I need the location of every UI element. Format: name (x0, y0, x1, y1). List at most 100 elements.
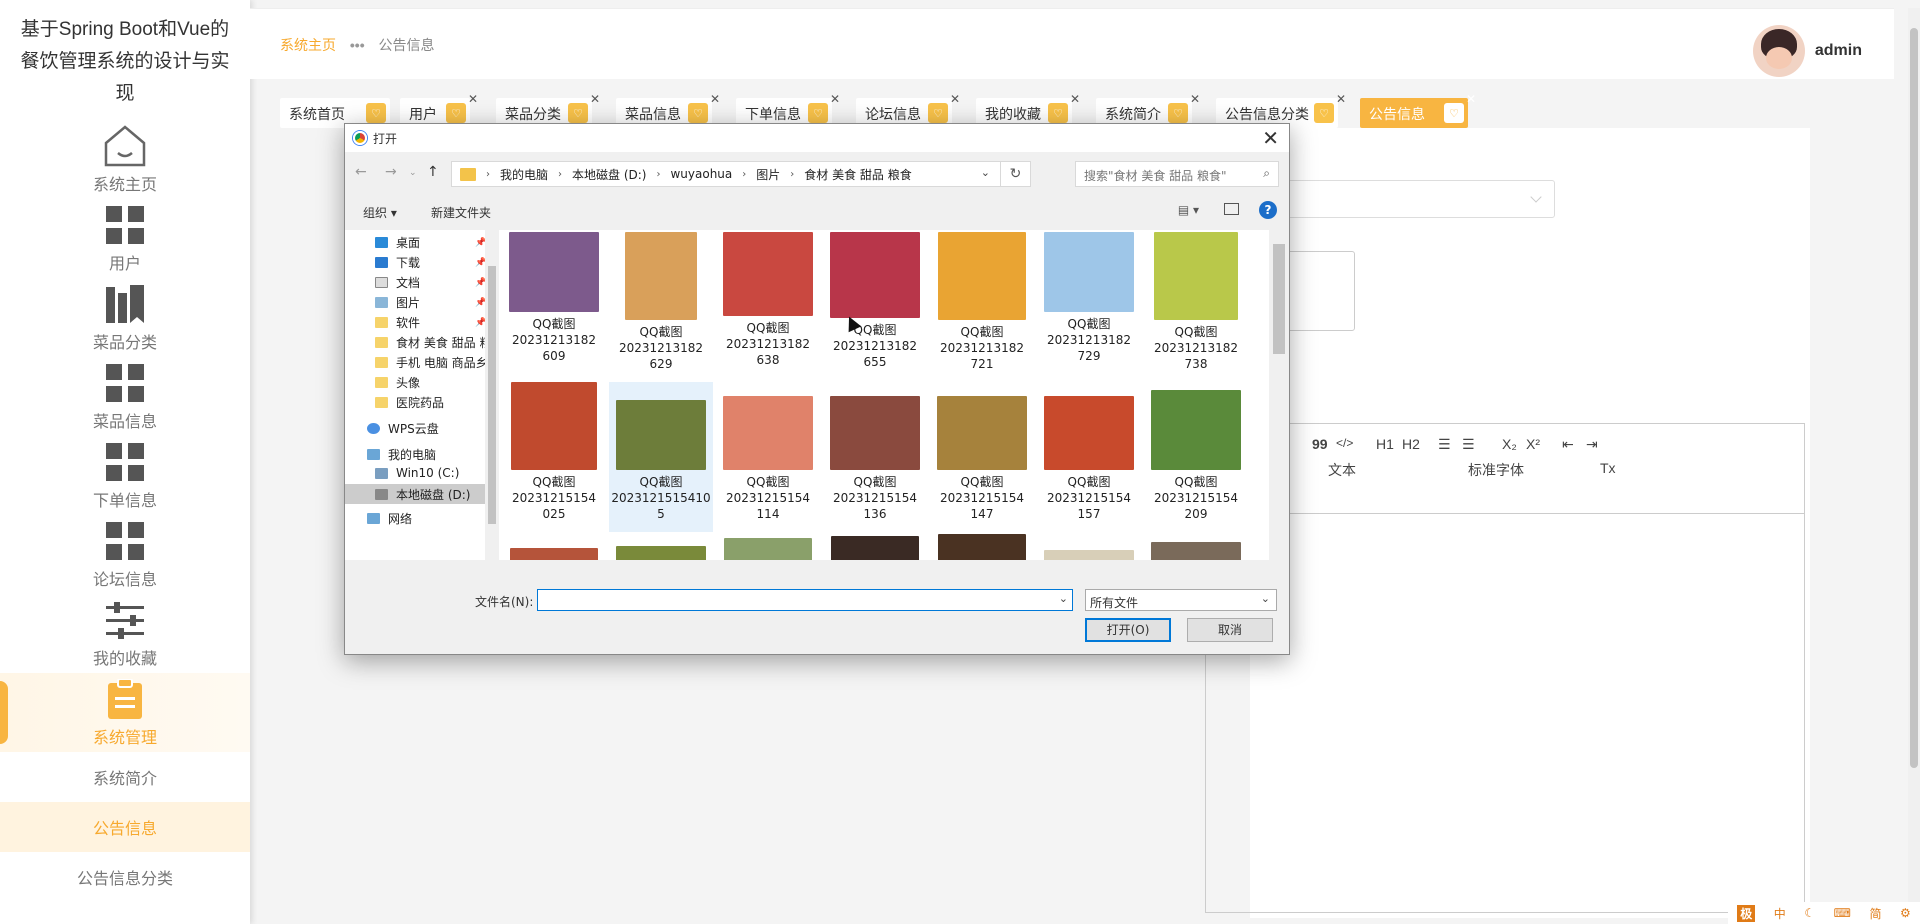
tree-item[interactable]: 软件 📌 (375, 314, 485, 331)
outdent-icon[interactable]: ⇤ (1562, 436, 1574, 453)
moon-icon[interactable]: ☾ (1804, 906, 1815, 920)
sidebar-item-system[interactable]: 系统管理 (0, 673, 250, 752)
category-select[interactable] (1250, 180, 1555, 218)
tree-item[interactable]: 本地磁盘 (D:) (345, 484, 485, 504)
help-icon[interactable]: ? (1259, 201, 1277, 219)
sidebar-item-user[interactable]: 用户 (0, 199, 250, 278)
path-segment[interactable]: 本地磁盘 (D:) (572, 166, 646, 183)
sidebar-subitem-notice[interactable]: 公告信息 (0, 802, 250, 852)
breadcrumb-home[interactable]: 系统主页 (280, 37, 336, 53)
file-item[interactable] (509, 548, 599, 560)
close-icon[interactable]: ✕ (1190, 92, 1200, 106)
file-item[interactable] (1044, 550, 1134, 560)
path-segment[interactable]: wuyaohua (670, 167, 732, 181)
close-icon[interactable]: ✕ (590, 92, 600, 106)
file-item[interactable]: QQ截图 20231215154209 (1151, 382, 1241, 522)
sidebar-item-forum[interactable]: 论坛信息 (0, 515, 250, 594)
tree-item[interactable]: 我的电脑 (367, 446, 436, 463)
scrollbar-thumb[interactable] (1910, 28, 1918, 768)
close-icon[interactable]: ✕ (710, 92, 720, 106)
file-item[interactable]: QQ截图 20231215154114 (723, 382, 813, 522)
up-icon[interactable]: ↑ (427, 164, 439, 180)
file-list-scrollbar[interactable] (1269, 230, 1289, 560)
file-item[interactable]: QQ截图 20231213182721 (937, 232, 1027, 372)
sidebar-item-orders[interactable]: 下单信息 (0, 436, 250, 515)
sidebar-item-dish-category[interactable]: 菜品分类 (0, 278, 250, 357)
address-bar[interactable]: › 我的电脑 › 本地磁盘 (D:) › wuyaohua › 图片 › 食材 … (451, 161, 1031, 187)
sidebar-item-dish-info[interactable]: 菜品信息 (0, 357, 250, 436)
tree-item[interactable]: 图片 📌 (375, 294, 485, 311)
path-segment[interactable]: 图片 (756, 166, 780, 183)
chevron-down-icon[interactable]: ⌄ (1059, 592, 1068, 605)
close-icon[interactable]: ✕ (1336, 92, 1346, 106)
h2-button[interactable]: H2 (1402, 436, 1420, 452)
close-icon[interactable]: ✕ (830, 92, 840, 106)
bullet-list-icon[interactable]: ☰ (1462, 436, 1475, 453)
preview-pane-icon[interactable] (1224, 203, 1239, 215)
file-item[interactable]: QQ截图 20231213182738 (1151, 232, 1241, 372)
rich-text-editor[interactable]: S 99 </> H1 H2 ☰ ☰ X₂ X² ⇤ ⇥ 文本 标准字体 Tx (1205, 423, 1805, 913)
file-item[interactable] (616, 546, 706, 560)
file-item[interactable]: QQ截图 20231213182729 (1044, 232, 1134, 364)
tree-item[interactable]: 食材 美食 甜品 粮 (375, 334, 485, 351)
keyboard-icon[interactable]: ⌨ (1834, 906, 1851, 920)
file-item[interactable]: QQ截图 20231215154105 (609, 382, 713, 532)
filename-input[interactable]: ⌄ (537, 589, 1073, 611)
code-button[interactable]: </> (1336, 436, 1353, 450)
new-folder-button[interactable]: 新建文件夹 (431, 204, 491, 221)
tab-notice[interactable]: 公告信息 ♡ ✕ (1360, 92, 1476, 128)
file-item[interactable]: QQ截图 20231213182629 (616, 232, 706, 372)
scrollbar-thumb[interactable] (488, 266, 496, 524)
gear-icon[interactable]: ⚙ (1900, 906, 1911, 920)
chevron-down-icon[interactable]: ⌄ (981, 166, 990, 179)
filetype-select[interactable]: 所有文件 ⌄ (1085, 589, 1277, 611)
tree-item[interactable]: 下载 📌 (375, 254, 485, 271)
tree-item[interactable]: WPS云盘 (367, 420, 439, 437)
user-menu[interactable]: admin (1752, 25, 1862, 77)
page-scrollbar[interactable] (1908, 8, 1920, 918)
recent-dropdown-icon[interactable]: ⌄ (409, 168, 417, 178)
tree-item[interactable]: 文档 📌 (375, 274, 485, 291)
file-item[interactable]: QQ截图 20231215154136 (830, 382, 920, 522)
sidebar-item-home[interactable]: 系统主页 (0, 120, 250, 199)
organize-button[interactable]: 组织 ▾ (363, 204, 397, 221)
file-item[interactable]: QQ截图 20231213182655 (830, 232, 920, 370)
back-icon[interactable]: ← (355, 164, 367, 180)
close-icon[interactable]: ✕ (950, 92, 960, 106)
sidebar-subitem-intro[interactable]: 系统简介 (0, 752, 250, 802)
sidebar-item-favorites[interactable]: 我的收藏 (0, 594, 250, 673)
subscript-button[interactable]: X₂ (1502, 436, 1517, 452)
open-button[interactable]: 打开(O) (1085, 618, 1171, 642)
tree-item[interactable]: Win10 (C:) (375, 466, 459, 480)
view-menu-icon[interactable]: ▤ ▾ (1178, 203, 1199, 217)
forward-icon[interactable]: → (385, 164, 397, 180)
file-item[interactable]: QQ截图 20231215154025 (509, 382, 599, 522)
h1-button[interactable]: H1 (1376, 436, 1394, 452)
tree-item[interactable]: 桌面 📌 (375, 234, 485, 251)
superscript-button[interactable]: X² (1526, 436, 1540, 452)
quote-button[interactable]: 99 (1312, 436, 1328, 452)
cancel-button[interactable]: 取消 (1187, 618, 1273, 642)
ime-lang[interactable]: 中 (1774, 905, 1786, 922)
file-item[interactable] (937, 534, 1027, 560)
indent-icon[interactable]: ⇥ (1586, 436, 1598, 453)
file-item[interactable]: QQ截图 20231213182609 (509, 232, 599, 364)
ordered-list-icon[interactable]: ☰ (1438, 436, 1451, 453)
close-icon[interactable]: ✕ (468, 92, 478, 106)
tree-item[interactable]: 头像 (375, 374, 420, 391)
sidebar-subitem-notice-category[interactable]: 公告信息分类 (0, 852, 250, 902)
close-icon[interactable]: ✕ (1070, 92, 1080, 106)
tree-scrollbar[interactable] (485, 230, 499, 560)
file-item[interactable]: QQ截图 20231215154157 (1044, 382, 1134, 522)
tree-item[interactable]: 手机 电脑 商品乡 (375, 354, 485, 371)
file-item[interactable] (1151, 542, 1241, 560)
file-item[interactable]: QQ截图 20231215154147 (937, 382, 1027, 522)
tree-item[interactable]: 网络 (367, 510, 412, 527)
scrollbar-thumb[interactable] (1273, 244, 1285, 354)
close-icon[interactable]: ✕ (1262, 126, 1279, 150)
search-input[interactable]: 搜索"食材 美食 甜品 粮食" ⌕ (1075, 161, 1279, 187)
close-icon[interactable]: ✕ (1466, 92, 1476, 106)
refresh-icon[interactable]: ↻ (1000, 162, 1030, 186)
file-item[interactable] (830, 536, 920, 560)
file-item[interactable] (723, 538, 813, 560)
